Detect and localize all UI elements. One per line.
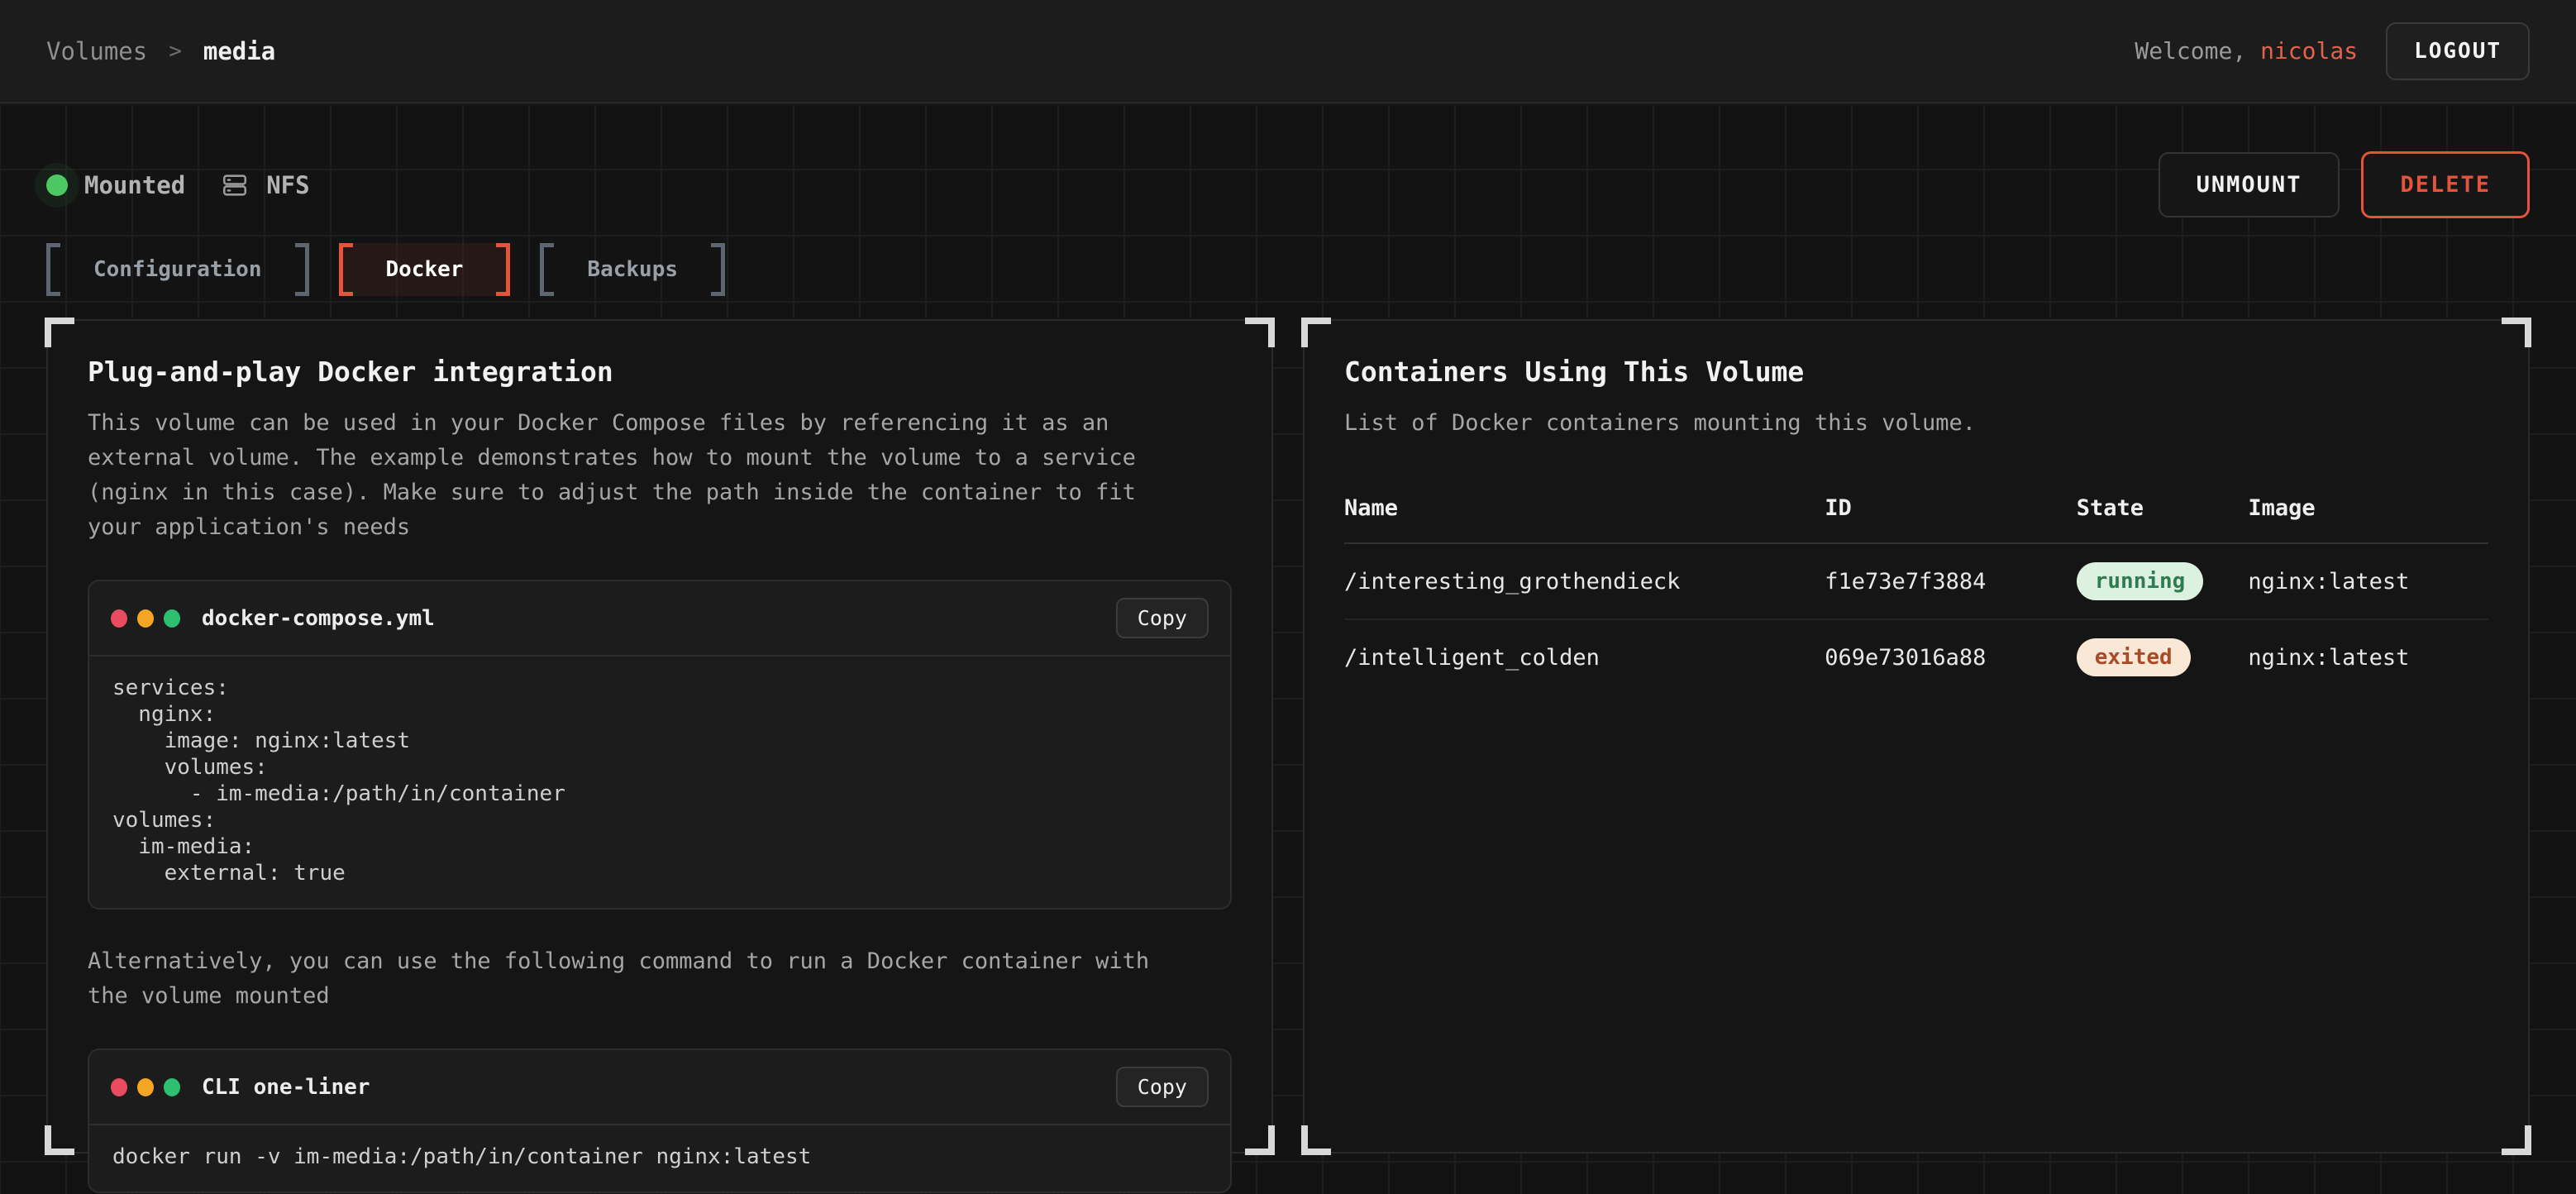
compose-filename: docker-compose.yml xyxy=(202,606,435,631)
corner-bracket-icon xyxy=(2502,1125,2531,1155)
container-name: /intelligent_colden xyxy=(1344,619,1825,695)
breadcrumb-separator: > xyxy=(169,39,182,64)
unmount-button[interactable]: UNMOUNT xyxy=(2159,152,2340,217)
container-image: nginx:latest xyxy=(2248,619,2488,695)
column-header-state: State xyxy=(2077,485,2249,543)
logout-button[interactable]: LOGOUT xyxy=(2386,22,2530,80)
username: nicolas xyxy=(2260,37,2358,64)
traffic-lights-icon xyxy=(111,609,180,628)
corner-bracket-icon xyxy=(1245,1125,1275,1155)
corner-bracket-icon xyxy=(2502,318,2531,347)
compose-code-content: services: nginx: image: nginx:latest vol… xyxy=(89,657,1230,908)
welcome-prefix: Welcome, xyxy=(2135,37,2260,64)
corner-bracket-icon xyxy=(1245,318,1275,347)
containers-panel-subtitle: List of Docker containers mounting this … xyxy=(1344,406,2427,441)
tab-backups[interactable]: Backups xyxy=(540,243,725,296)
status-badge-exited: exited xyxy=(2077,638,2191,676)
bracket-left-icon xyxy=(339,243,353,296)
compose-code-block: docker-compose.yml Copy services: nginx:… xyxy=(88,580,1232,910)
bracket-right-icon xyxy=(496,243,510,296)
traffic-dot-amber-icon xyxy=(137,609,154,628)
container-id: f1e73e7f3884 xyxy=(1825,543,2076,619)
delete-button[interactable]: DELETE xyxy=(2361,151,2530,218)
server-stack-icon xyxy=(220,171,250,199)
container-image: nginx:latest xyxy=(2248,543,2488,619)
tab-backups-label: Backups xyxy=(554,243,711,296)
column-header-id: ID xyxy=(1825,485,2076,543)
mounted-status-label: Mounted xyxy=(84,171,185,199)
docker-panel-description: This volume can be used in your Docker C… xyxy=(88,406,1171,545)
containers-table: Name ID State Image /interesting_grothen… xyxy=(1344,485,2488,695)
docker-panel-title: Plug-and-play Docker integration xyxy=(88,356,1232,388)
status-row: Mounted NFS UNMOUNT DELETE xyxy=(46,103,2530,218)
traffic-dot-red-icon xyxy=(111,609,127,628)
corner-bracket-icon xyxy=(1301,318,1331,347)
traffic-lights-icon xyxy=(111,1078,180,1096)
traffic-dot-green-icon xyxy=(164,609,180,628)
containers-panel: Containers Using This Volume List of Doc… xyxy=(1303,319,2530,1153)
column-header-image: Image xyxy=(2248,485,2488,543)
container-name: /interesting_grothendieck xyxy=(1344,543,1825,619)
breadcrumb-volumes-link[interactable]: Volumes xyxy=(46,37,147,65)
cli-alt-description: Alternatively, you can use the following… xyxy=(88,944,1171,1014)
bracket-right-icon xyxy=(295,243,309,296)
breadcrumb: Volumes > media xyxy=(46,37,275,65)
tab-configuration[interactable]: Configuration xyxy=(46,243,309,296)
traffic-dot-green-icon xyxy=(164,1078,180,1096)
column-header-name: Name xyxy=(1344,485,1825,543)
copy-cli-button[interactable]: Copy xyxy=(1116,1067,1209,1107)
bracket-right-icon xyxy=(711,243,725,296)
docker-integration-panel: Plug-and-play Docker integration This vo… xyxy=(46,319,1273,1153)
breadcrumb-current-volume: media xyxy=(203,37,275,65)
traffic-dot-amber-icon xyxy=(137,1078,154,1096)
tab-docker-label: Docker xyxy=(353,243,497,296)
corner-bracket-icon xyxy=(1301,1125,1331,1155)
bracket-left-icon xyxy=(46,243,60,296)
main-content: Mounted NFS UNMOUNT DELETE Configuration xyxy=(0,103,2576,1194)
table-row: /intelligent_colden 069e73016a88 exited … xyxy=(1344,619,2488,695)
traffic-dot-red-icon xyxy=(111,1078,127,1096)
table-row: /interesting_grothendieck f1e73e7f3884 r… xyxy=(1344,543,2488,619)
status-badge-running: running xyxy=(2077,562,2204,600)
containers-panel-title: Containers Using This Volume xyxy=(1344,356,2488,388)
corner-bracket-icon xyxy=(45,1125,74,1155)
cli-code-content: docker run -v im-media:/path/in/containe… xyxy=(89,1125,1230,1192)
welcome-text: Welcome, nicolas xyxy=(2135,37,2358,64)
tab-configuration-label: Configuration xyxy=(60,243,295,296)
nfs-type-label: NFS xyxy=(266,171,309,199)
cli-filename: CLI one-liner xyxy=(202,1075,370,1100)
tab-bar: Configuration Docker Backups xyxy=(46,243,2530,296)
container-id: 069e73016a88 xyxy=(1825,619,2076,695)
top-bar: Volumes > media Welcome, nicolas LOGOUT xyxy=(0,0,2576,103)
corner-bracket-icon xyxy=(45,318,74,347)
bracket-left-icon xyxy=(540,243,554,296)
copy-compose-button[interactable]: Copy xyxy=(1116,598,1209,638)
tab-docker[interactable]: Docker xyxy=(339,243,511,296)
cli-code-block: CLI one-liner Copy docker run -v im-medi… xyxy=(88,1048,1232,1193)
mounted-status-dot xyxy=(46,174,68,196)
